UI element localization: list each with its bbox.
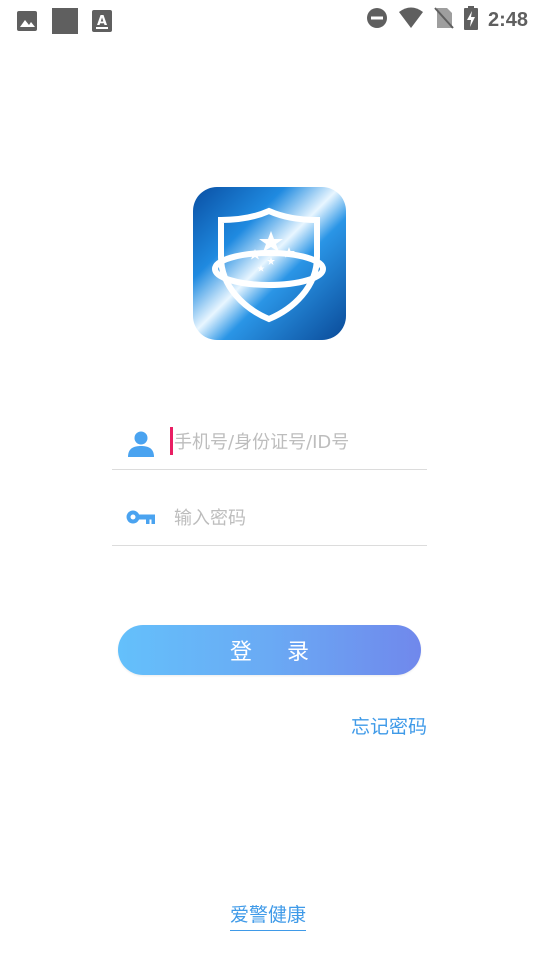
key-icon (126, 507, 156, 531)
username-input[interactable] (172, 423, 426, 461)
image-icon (16, 10, 38, 36)
status-bar: A 2:48 (0, 0, 540, 38)
password-input[interactable] (172, 499, 426, 537)
font-a-icon: A (92, 10, 112, 36)
user-icon (126, 431, 156, 461)
forgot-password-link[interactable]: 忘记密码 (351, 712, 427, 739)
password-field[interactable] (112, 491, 427, 546)
status-bar-left: A (16, 8, 112, 38)
battery-charging-icon (463, 6, 478, 34)
svg-text:A: A (97, 14, 107, 29)
login-button[interactable]: 登 录 (118, 625, 421, 675)
square-icon (52, 8, 78, 38)
footer-brand-link[interactable]: 爱警健康 (230, 900, 307, 931)
wifi-icon (398, 7, 424, 33)
no-sim-icon (434, 6, 454, 34)
status-bar-right: 2:48 (366, 6, 528, 34)
do-not-disturb-icon (366, 7, 388, 33)
status-time: 2:48 (487, 8, 528, 31)
username-field[interactable] (112, 415, 427, 470)
app-logo (193, 187, 346, 340)
